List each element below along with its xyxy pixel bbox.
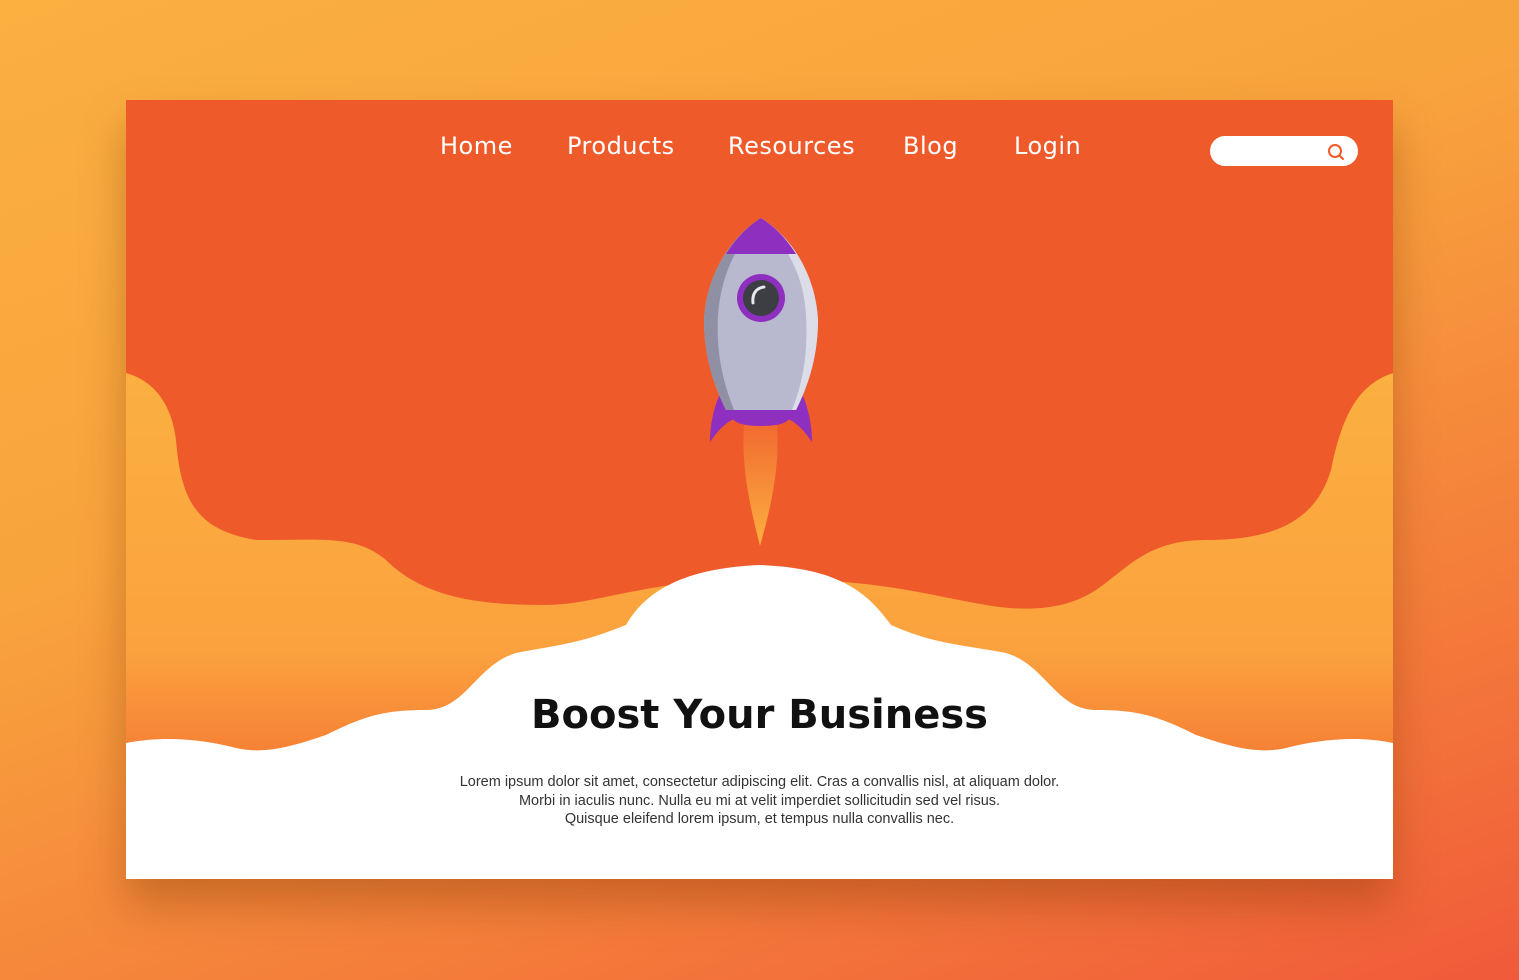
nav-products[interactable]: Products [567,132,675,160]
hero-description-line: Morbi in iaculis nunc. Nulla eu mi at ve… [518,792,1001,809]
rocket-illustration [704,218,818,546]
nav-home[interactable]: Home [440,132,513,160]
search-input[interactable] [1210,136,1358,166]
top-navigation: Home Products Resources Blog Login [126,132,1393,168]
landing-page-card: Home Products Resources Blog Login Boost… [126,100,1393,879]
search-icon[interactable] [1326,142,1346,162]
hero-title: Boost Your Business [531,692,988,738]
hero-description-line: Quisque eleifend lorem ipsum, et tempus … [564,811,955,827]
nav-login[interactable]: Login [1014,132,1081,160]
hero-description: Lorem ipsum dolor sit amet, consectetur … [126,773,1393,829]
nav-blog[interactable]: Blog [903,132,958,160]
hero-description-line: Lorem ipsum dolor sit amet, consectetur … [459,774,1060,790]
nav-resources[interactable]: Resources [728,132,855,160]
